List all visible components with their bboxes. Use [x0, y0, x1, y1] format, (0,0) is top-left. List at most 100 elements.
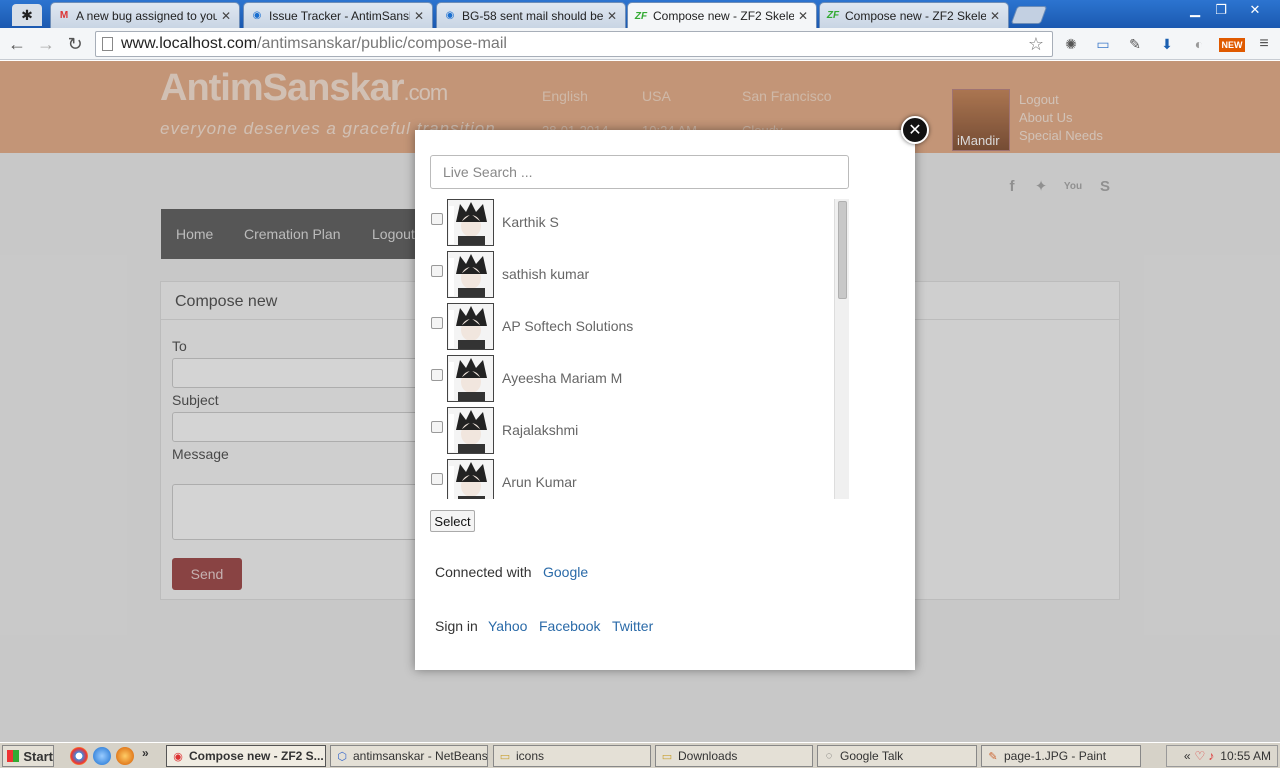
- connected-with-label: Connected with: [435, 564, 532, 580]
- avatar: [447, 303, 494, 350]
- clock[interactable]: 10:55 AM: [1220, 749, 1271, 763]
- tab-title: Issue Tracker - AntimSanskar: [269, 8, 410, 23]
- ie-quicklaunch-icon[interactable]: [93, 747, 111, 765]
- contact-item[interactable]: Ayeesha Mariam M: [430, 355, 830, 403]
- taskbar-item-google-talk[interactable]: ◌ Google Talk: [817, 745, 977, 767]
- bug-extension-icon[interactable]: ✺: [1061, 34, 1081, 54]
- scrollbar-thumb[interactable]: [838, 201, 847, 299]
- bookmark-star-icon[interactable]: ☆: [1028, 34, 1044, 55]
- modal-close-icon[interactable]: ✕: [901, 116, 929, 144]
- menu-icon[interactable]: ≡: [1254, 34, 1274, 54]
- browser-toolbar: ← → ↻ www.localhost.com/antimsanskar/pub…: [0, 28, 1280, 60]
- firefox-quicklaunch-icon[interactable]: [116, 747, 134, 765]
- contact-name: AP Softech Solutions: [502, 318, 634, 334]
- issue-tracker-icon: ◉: [445, 10, 455, 21]
- contact-checkbox[interactable]: [431, 265, 443, 277]
- contact-item[interactable]: Karthik S: [430, 199, 830, 247]
- contact-name: Rajalakshmi: [502, 422, 579, 438]
- page-viewport: AntimSanskar.com everyone deserves a gra…: [0, 61, 1280, 742]
- minimize-icon[interactable]: ▁: [1182, 0, 1208, 20]
- contact-item[interactable]: Rajalakshmi: [430, 407, 830, 455]
- new-extension-icon[interactable]: NEW: [1219, 38, 1245, 52]
- avatar: [447, 407, 494, 454]
- tray-expand-icon[interactable]: «: [1184, 749, 1191, 763]
- taskbar-item-downloads-folder[interactable]: ▭ Downloads: [655, 745, 813, 767]
- windows-taskbar: Start » ◉ Compose new - ZF2 S... ⬡ antimsa…: [0, 742, 1280, 768]
- tray-volume-icon[interactable]: ♪: [1208, 749, 1214, 763]
- tab-title: Compose new - ZF2 Skeleton: [653, 9, 794, 23]
- avatar: [447, 199, 494, 246]
- avatar: [447, 355, 494, 402]
- url-host: www.localhost.com: [121, 35, 258, 52]
- issue-tracker-icon: ◉: [252, 10, 262, 21]
- browser-tab-2[interactable]: ◉ Issue Tracker - AntimSanskar ✕: [243, 2, 433, 28]
- tab-title: A new bug assigned to you in: [76, 8, 217, 23]
- tab-close-icon[interactable]: ✕: [798, 9, 810, 23]
- yahoo-link[interactable]: Yahoo: [488, 618, 527, 634]
- taskbar-item-chrome[interactable]: ◉ Compose new - ZF2 S...: [166, 745, 326, 767]
- taskbar-item-icons-folder[interactable]: ▭ icons: [493, 745, 651, 767]
- tab-close-icon[interactable]: ✕: [414, 9, 426, 23]
- taskbar-item-paint[interactable]: ✎ page-1.JPG - Paint: [981, 745, 1141, 767]
- tab-close-icon[interactable]: ✕: [990, 9, 1002, 23]
- twitter-link[interactable]: Twitter: [612, 618, 653, 634]
- contact-item[interactable]: sathish kumar: [430, 251, 830, 299]
- browser-tab-3[interactable]: ◉ BG-58 sent mail should be re ✕: [436, 2, 626, 28]
- browser-tab-5[interactable]: ZF Compose new - ZF2 Skeleton ✕: [819, 2, 1009, 28]
- tab-close-icon[interactable]: ✕: [607, 9, 619, 23]
- tab-close-icon[interactable]: ✕: [221, 9, 233, 23]
- contact-name: Ayeesha Mariam M: [502, 370, 623, 386]
- new-tab-button[interactable]: [1010, 6, 1048, 24]
- contact-checkbox[interactable]: [431, 473, 443, 485]
- google-link[interactable]: Google: [543, 564, 588, 580]
- contact-list-scrollbar[interactable]: [834, 199, 849, 499]
- zf2-icon: ZF: [634, 10, 648, 22]
- download-extension-icon[interactable]: ⬇: [1157, 34, 1177, 54]
- netbeans-icon: ⬡: [337, 750, 347, 763]
- restore-icon[interactable]: ❐: [1208, 0, 1234, 20]
- address-bar[interactable]: www.localhost.com/antimsanskar/public/co…: [95, 31, 1053, 57]
- tab-title: BG-58 sent mail should be re: [462, 8, 603, 23]
- chat-bubble-icon: ◌: [825, 750, 833, 762]
- contact-list[interactable]: Karthik S sathish kumar AP Softech Solut…: [430, 199, 849, 499]
- avatar: [447, 459, 494, 499]
- browser-tab-strip: ✱ M A new bug assigned to you in ✕ ◉ Iss…: [0, 0, 1280, 29]
- eyedropper-extension-icon[interactable]: ✎: [1125, 34, 1145, 54]
- start-button[interactable]: Start: [2, 745, 54, 767]
- browser-tab-4[interactable]: ZF Compose new - ZF2 Skeleton ✕: [627, 2, 817, 29]
- system-tray: « ♡ ♪ 10:55 AM: [1166, 745, 1278, 767]
- contact-name: Arun Kumar: [502, 474, 577, 490]
- contact-name: Karthik S: [502, 214, 559, 230]
- contact-picker-modal: ✕ Karthik S sathish kumar AP Softech Sol…: [415, 116, 929, 670]
- tab-title: Compose new - ZF2 Skeleton: [845, 8, 986, 23]
- sign-in-label: Sign in: [435, 618, 478, 634]
- contact-item[interactable]: AP Softech Solutions: [430, 303, 830, 351]
- app-menu-icon[interactable]: ✱: [12, 4, 42, 26]
- contact-item[interactable]: Arun Kumar: [430, 459, 830, 499]
- folder-extension-icon[interactable]: ▭: [1093, 34, 1113, 54]
- browser-tab-1[interactable]: M A new bug assigned to you in ✕: [50, 2, 240, 28]
- reload-icon[interactable]: ↻: [64, 33, 86, 55]
- folder-icon: ▭: [499, 750, 511, 763]
- back-icon[interactable]: ←: [6, 33, 28, 55]
- contact-checkbox[interactable]: [431, 369, 443, 381]
- chrome-quicklaunch-icon[interactable]: [70, 747, 88, 765]
- select-button[interactable]: Select: [430, 510, 475, 532]
- taskbar-item-netbeans[interactable]: ⬡ antimsanskar - NetBeans...: [330, 745, 488, 767]
- chrome-icon: ◉: [173, 750, 183, 763]
- contact-checkbox[interactable]: [431, 317, 443, 329]
- folder-icon: ▭: [661, 750, 673, 763]
- contact-name: sathish kumar: [502, 266, 590, 282]
- windows-logo-icon: [7, 750, 20, 762]
- pin-extension-icon[interactable]: ◐: [1189, 34, 1209, 54]
- contact-checkbox[interactable]: [431, 421, 443, 433]
- paint-icon: ✎: [988, 750, 998, 763]
- close-window-icon[interactable]: ✕: [1238, 0, 1272, 20]
- facebook-link[interactable]: Facebook: [539, 618, 600, 634]
- chevron-right-icon[interactable]: »: [142, 746, 154, 764]
- tray-heart-icon[interactable]: ♡: [1195, 749, 1206, 763]
- zf2-icon: ZF: [826, 10, 840, 21]
- live-search-input[interactable]: [430, 155, 849, 189]
- contact-checkbox[interactable]: [431, 213, 443, 225]
- forward-icon[interactable]: →: [35, 33, 57, 55]
